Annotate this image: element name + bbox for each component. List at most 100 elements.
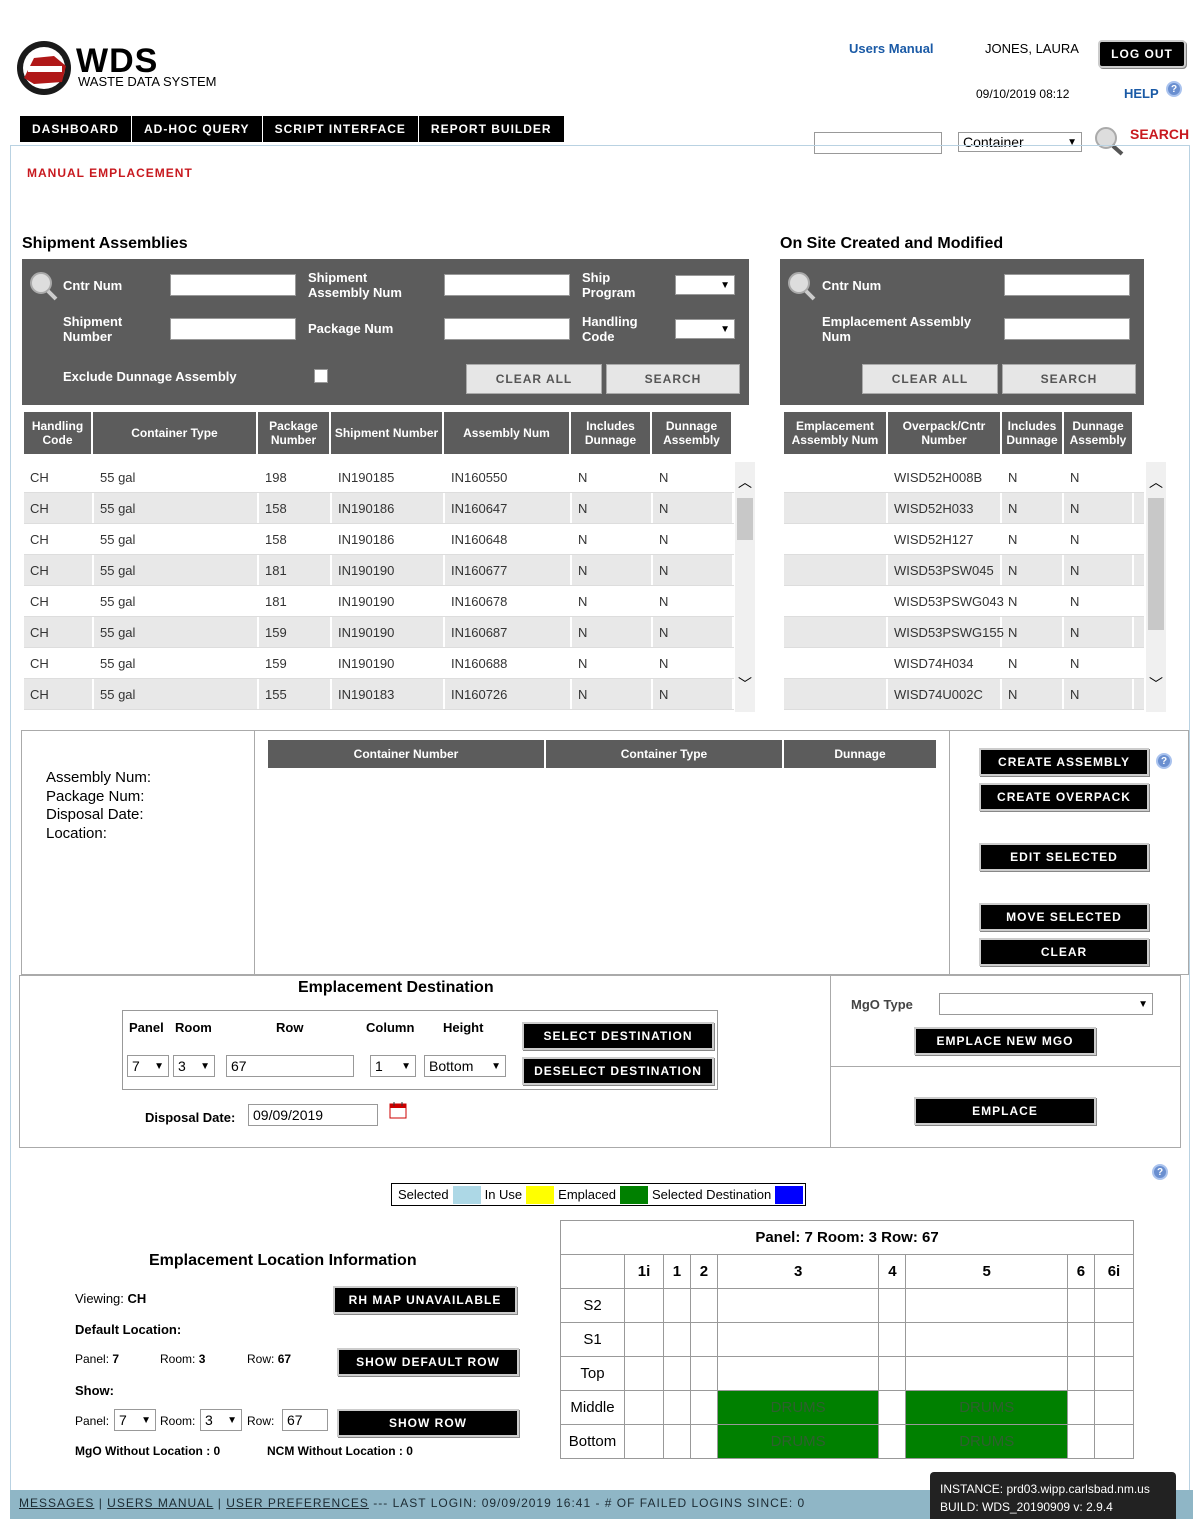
- table-row[interactable]: WISD52H008B N N: [784, 462, 1144, 493]
- select-destination-button[interactable]: SELECT DESTINATION: [522, 1022, 714, 1050]
- grid-cell[interactable]: [878, 1288, 907, 1323]
- table-row[interactable]: CH 55 gal 155 IN190183 IN160726 N N: [24, 679, 734, 710]
- column-header[interactable]: Overpack/Cntr Number: [888, 412, 1000, 454]
- grid-cell[interactable]: [878, 1356, 907, 1391]
- grid-cell[interactable]: DRUMS: [905, 1390, 1068, 1425]
- grid-cell[interactable]: DRUMS: [716, 1390, 880, 1425]
- grid-cell[interactable]: [689, 1322, 718, 1357]
- column-header[interactable]: Shipment Number: [331, 412, 442, 454]
- table-row[interactable]: WISD52H127 N N: [784, 524, 1144, 555]
- shipment-scrollbar[interactable]: ︿ ﹀: [735, 462, 755, 712]
- scroll-thumb[interactable]: [737, 498, 753, 540]
- column-select[interactable]: 1 ▼: [370, 1055, 416, 1077]
- onsite-search-button[interactable]: SEARCH: [1002, 364, 1136, 394]
- create-assembly-button[interactable]: CREATE ASSEMBLY: [979, 748, 1149, 776]
- grid-cell[interactable]: [905, 1322, 1068, 1357]
- shipment-assembly-num-input[interactable]: [444, 274, 570, 296]
- grid-cell[interactable]: [878, 1424, 907, 1459]
- clear-button[interactable]: CLEAR: [979, 938, 1149, 966]
- move-selected-button[interactable]: MOVE SELECTED: [979, 903, 1149, 931]
- table-row[interactable]: CH 55 gal 158 IN190186 IN160647 N N: [24, 493, 734, 524]
- room-select[interactable]: 3 ▼: [173, 1055, 215, 1077]
- grid-cell[interactable]: [662, 1356, 691, 1391]
- table-row[interactable]: CH 55 gal 159 IN190190 IN160688 N N: [24, 648, 734, 679]
- tab-dashboard[interactable]: DASHBOARD: [20, 116, 132, 142]
- show-row-input[interactable]: 67: [282, 1409, 328, 1431]
- grid-cell[interactable]: [1093, 1390, 1135, 1425]
- grid-cell[interactable]: [716, 1356, 880, 1391]
- footer-messages-link[interactable]: MESSAGES: [19, 1496, 94, 1510]
- grid-cell[interactable]: [878, 1322, 907, 1357]
- column-header[interactable]: Handling Code: [24, 412, 91, 454]
- column-header[interactable]: Emplacement Assembly Num: [784, 412, 886, 454]
- help-icon[interactable]: ?: [1152, 1164, 1168, 1180]
- show-default-row-button[interactable]: SHOW DEFAULT ROW: [337, 1348, 519, 1376]
- emplacement-assembly-num-input[interactable]: [1004, 318, 1130, 340]
- shipment-number-input[interactable]: [170, 318, 296, 340]
- table-row[interactable]: CH 55 gal 181 IN190190 IN160677 N N: [24, 555, 734, 586]
- grid-cell[interactable]: [689, 1288, 718, 1323]
- column-header[interactable]: Assembly Num: [444, 412, 569, 454]
- table-row[interactable]: CH 55 gal 198 IN190185 IN160550 N N: [24, 462, 734, 493]
- grid-cell[interactable]: [1067, 1390, 1095, 1425]
- grid-cell[interactable]: [716, 1322, 880, 1357]
- chevron-up-icon[interactable]: ︿: [738, 472, 752, 492]
- column-header[interactable]: Includes Dunnage: [1002, 412, 1062, 454]
- help-link[interactable]: HELP: [1124, 86, 1159, 101]
- handling-code-select[interactable]: ▼: [675, 319, 735, 339]
- table-row[interactable]: WISD53PSW045 N N: [784, 555, 1144, 586]
- show-room-select[interactable]: 3 ▼: [200, 1409, 242, 1431]
- help-icon[interactable]: ?: [1156, 753, 1172, 769]
- grid-cell[interactable]: [662, 1424, 691, 1459]
- table-row[interactable]: WISD53PSWG043 N N: [784, 586, 1144, 617]
- table-row[interactable]: WISD74U002C N N: [784, 679, 1144, 710]
- tab-ad-hoc-query[interactable]: AD-HOC QUERY: [132, 116, 263, 142]
- column-header[interactable]: Dunnage Assembly: [652, 412, 731, 454]
- cntr-num-input[interactable]: [170, 274, 296, 296]
- grid-cell[interactable]: [624, 1390, 664, 1425]
- grid-cell[interactable]: [905, 1288, 1068, 1323]
- shipment-search-button[interactable]: SEARCH: [606, 364, 740, 394]
- users-manual-link[interactable]: Users Manual: [849, 41, 934, 56]
- grid-cell[interactable]: [624, 1356, 664, 1391]
- grid-cell[interactable]: [1093, 1424, 1135, 1459]
- emplace-button[interactable]: EMPLACE: [914, 1097, 1096, 1125]
- grid-cell[interactable]: [1093, 1356, 1135, 1391]
- footer-user-preferences-link[interactable]: USER PREFERENCES: [226, 1496, 369, 1510]
- deselect-destination-button[interactable]: DESELECT DESTINATION: [522, 1057, 714, 1085]
- mgo-type-select[interactable]: ▼: [939, 993, 1153, 1015]
- column-header[interactable]: Container Type: [546, 740, 782, 768]
- grid-cell[interactable]: [1067, 1322, 1095, 1357]
- grid-cell[interactable]: DRUMS: [905, 1424, 1068, 1459]
- column-header[interactable]: Includes Dunnage: [571, 412, 650, 454]
- table-row[interactable]: CH 55 gal 159 IN190190 IN160687 N N: [24, 617, 734, 648]
- table-row[interactable]: WISD74H034 N N: [784, 648, 1144, 679]
- table-row[interactable]: CH 55 gal 181 IN190190 IN160678 N N: [24, 586, 734, 617]
- footer-users-manual-link[interactable]: USERS MANUAL: [107, 1496, 213, 1510]
- chevron-up-icon[interactable]: ︿: [1149, 472, 1163, 492]
- edit-selected-button[interactable]: EDIT SELECTED: [979, 843, 1149, 871]
- tab-script-interface[interactable]: SCRIPT INTERFACE: [262, 116, 419, 142]
- disposal-date-input[interactable]: 09/09/2019: [248, 1104, 378, 1126]
- grid-cell[interactable]: [716, 1288, 880, 1323]
- grid-cell[interactable]: [662, 1288, 691, 1323]
- grid-cell[interactable]: [1067, 1288, 1095, 1323]
- grid-cell[interactable]: [1067, 1424, 1095, 1459]
- column-header[interactable]: Package Number: [258, 412, 329, 454]
- grid-cell[interactable]: [1093, 1322, 1135, 1357]
- height-select[interactable]: Bottom ▼: [424, 1055, 506, 1077]
- package-num-input[interactable]: [444, 318, 570, 340]
- column-header[interactable]: Container Number: [268, 740, 544, 768]
- onsite-clear-all-button[interactable]: CLEAR ALL: [862, 364, 998, 394]
- column-header[interactable]: Dunnage Assembly: [1064, 412, 1132, 454]
- grid-cell[interactable]: [624, 1424, 664, 1459]
- ship-program-select[interactable]: ▼: [675, 275, 735, 295]
- chevron-down-icon[interactable]: ﹀: [1149, 674, 1163, 694]
- create-overpack-button[interactable]: CREATE OVERPACK: [979, 783, 1149, 811]
- tab-report-builder[interactable]: REPORT BUILDER: [418, 116, 565, 142]
- grid-cell[interactable]: [624, 1322, 664, 1357]
- onsite-scrollbar[interactable]: ︿ ﹀: [1146, 462, 1166, 712]
- onsite-cntr-num-input[interactable]: [1004, 274, 1130, 296]
- grid-cell[interactable]: [689, 1390, 718, 1425]
- grid-cell[interactable]: [1093, 1288, 1135, 1323]
